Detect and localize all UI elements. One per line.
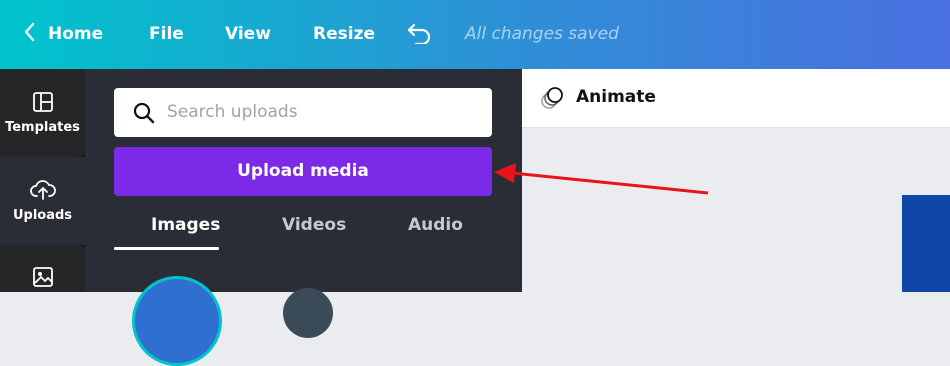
animate-label[interactable]: Animate bbox=[576, 86, 656, 108]
search-box[interactable]: Search uploads bbox=[114, 88, 492, 137]
upload-thumbnail[interactable] bbox=[132, 276, 222, 366]
view-menu[interactable]: View bbox=[225, 22, 271, 46]
templates-icon bbox=[32, 92, 53, 112]
rail-label-uploads: Uploads bbox=[12, 208, 73, 223]
rail-item-templates[interactable]: Templates bbox=[0, 69, 85, 157]
search-input[interactable]: Search uploads bbox=[167, 101, 298, 123]
rail-item-photos[interactable] bbox=[0, 245, 85, 292]
side-rail: Templates Uploads bbox=[0, 69, 85, 292]
home-button[interactable]: Home bbox=[24, 22, 103, 46]
search-icon bbox=[133, 102, 155, 124]
rail-item-uploads[interactable]: Uploads bbox=[0, 157, 85, 245]
uploads-panel: Search uploads Upload media Images Video… bbox=[85, 69, 522, 366]
active-tab-indicator bbox=[114, 247, 219, 250]
save-status: All changes saved bbox=[465, 24, 619, 44]
upload-cloud-icon bbox=[29, 180, 56, 200]
file-menu[interactable]: File bbox=[149, 22, 184, 46]
upload-thumbnail[interactable] bbox=[283, 288, 333, 338]
undo-icon bbox=[407, 23, 431, 46]
upload-media-button[interactable]: Upload media bbox=[114, 147, 492, 196]
design-page[interactable] bbox=[902, 195, 950, 292]
top-bar: Home File View Resize All changes saved bbox=[0, 0, 950, 69]
rail-label-templates: Templates bbox=[5, 120, 80, 135]
design-canvas-area bbox=[522, 128, 950, 292]
animate-button[interactable] bbox=[540, 85, 566, 115]
animate-icon bbox=[541, 87, 563, 109]
tab-audio[interactable]: Audio bbox=[408, 213, 463, 237]
chevron-left-icon bbox=[24, 22, 35, 42]
resize-menu[interactable]: Resize bbox=[313, 22, 375, 46]
editor-toolbar: Animate bbox=[522, 69, 950, 128]
home-label: Home bbox=[48, 24, 104, 44]
tab-images[interactable]: Images bbox=[151, 213, 220, 237]
tab-videos[interactable]: Videos bbox=[282, 213, 346, 237]
photos-icon bbox=[32, 267, 53, 287]
undo-button[interactable] bbox=[407, 22, 431, 48]
